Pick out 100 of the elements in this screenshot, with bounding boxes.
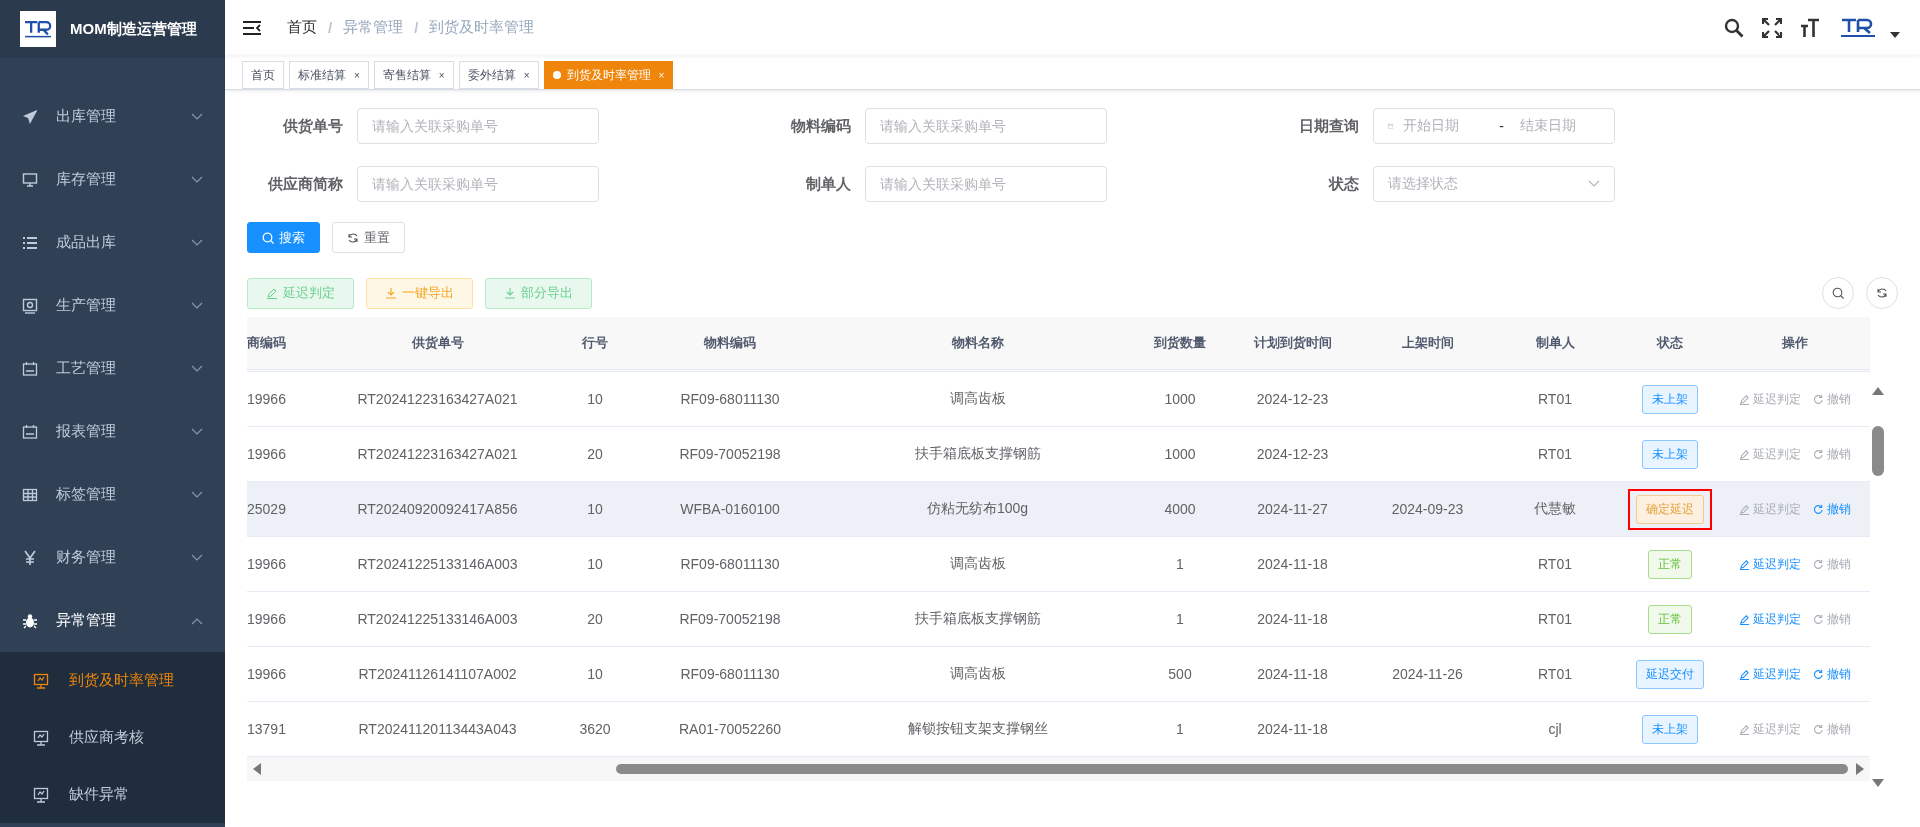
scrollbar-thumb[interactable] — [1872, 426, 1884, 476]
page-tab[interactable]: 寄售结算 × — [373, 61, 454, 89]
submenu-item[interactable]: 供应商考核 — [0, 709, 225, 766]
refresh-icon — [1876, 287, 1888, 299]
download-icon — [385, 287, 397, 299]
table-cell: WFBA-0160100 — [680, 501, 780, 517]
table-cell: 1 — [1176, 556, 1184, 572]
breadcrumb-separator: / — [414, 19, 419, 36]
table-cell: 1000 — [1164, 391, 1196, 407]
search-toggle-button[interactable] — [1822, 277, 1854, 309]
status-tag: 未上架 — [1642, 439, 1698, 469]
fullscreen-icon[interactable] — [1762, 17, 1782, 38]
delay-judge-link[interactable]: 延迟判定 — [1739, 610, 1801, 628]
sidebar-item[interactable]: 出库管理 — [0, 85, 225, 148]
column-header: 操作 — [1782, 334, 1808, 352]
sidebar-item[interactable]: 工艺管理 — [0, 337, 225, 400]
table-cell: RT20240920092417A856 — [357, 501, 518, 517]
user-avatar-icon[interactable] — [1838, 16, 1878, 39]
refresh-button[interactable] — [1866, 277, 1898, 309]
table-cell: 20 — [587, 611, 603, 627]
table-cell: 2024-11-26 — [1392, 666, 1463, 682]
sidebar-item[interactable]: 报表管理 — [0, 400, 225, 463]
page-tab[interactable]: 委外结算 × — [458, 61, 539, 89]
table-cell: 2024-11-18 — [1257, 611, 1328, 627]
table-cell: RT20241223163427A021 — [357, 446, 518, 462]
pencil-icon — [1739, 723, 1750, 735]
reset-button[interactable]: 重置 — [332, 222, 405, 253]
table-cell: 19966 — [247, 391, 286, 407]
undo-link[interactable]: 撤销 — [1813, 665, 1851, 683]
table-cell: RT01 — [1538, 391, 1572, 407]
sidebar-item[interactable]: 标签管理 — [0, 463, 225, 526]
table-cell: RF09-70052198 — [679, 446, 781, 462]
refresh-icon — [347, 231, 359, 244]
table-cell: 1 — [1176, 721, 1184, 737]
caret-icon[interactable] — [1890, 31, 1900, 38]
date-range-field[interactable]: 开始日期 - 结束日期 — [1373, 108, 1615, 144]
pencil-icon — [266, 287, 278, 299]
monitor-icon — [22, 171, 38, 188]
table-cell: 仿粘无纺布100g — [926, 500, 1029, 518]
down-arrow-icon[interactable] — [1872, 779, 1884, 787]
table-cell: RT20241225133146A003 — [357, 611, 518, 627]
table-cell: 扶手箱底板支撑钢筋 — [914, 610, 1041, 628]
monitor-icon — [33, 672, 49, 689]
table-cell: 扶手箱底板支撑钢筋 — [914, 445, 1041, 463]
table-cell: RF09-68011130 — [680, 666, 780, 682]
submenu-item[interactable]: 到货及时率管理 — [0, 652, 225, 709]
chevron-icon — [191, 490, 203, 499]
delay-judge-link[interactable]: 延迟判定 — [1739, 555, 1801, 573]
table-cell: 1 — [1176, 611, 1184, 627]
page-tab[interactable]: 首页 — [242, 61, 284, 89]
table-cell: 10 — [587, 501, 603, 517]
table-cell: 2024-12-23 — [1256, 391, 1329, 407]
table-cell: 2024-12-23 — [1256, 446, 1329, 462]
tab-close-button[interactable]: × — [354, 69, 360, 81]
column-header: 供货单号 — [411, 334, 464, 352]
gear-icon — [22, 297, 38, 314]
column-header: 制单人 — [1535, 334, 1575, 352]
right-arrow-icon[interactable] — [1856, 763, 1864, 775]
submenu-item[interactable]: 缺件异常 — [0, 766, 225, 823]
table-cell: RF09-70052198 — [679, 611, 781, 627]
table-cell: RF09-68011130 — [680, 556, 780, 572]
tab-close-button[interactable]: × — [523, 69, 530, 81]
horizontal-scrollbar[interactable] — [247, 757, 1870, 781]
up-arrow-icon[interactable] — [1872, 387, 1884, 395]
font-size-icon[interactable] — [1800, 17, 1820, 38]
scrollbar-thumb[interactable] — [616, 764, 1848, 774]
status-tag: 未上架 — [1642, 714, 1698, 744]
table-cell: RT01 — [1538, 611, 1572, 627]
table-cell: 13791 — [247, 721, 286, 737]
column-header: 物料名称 — [951, 334, 1004, 352]
chevron-icon — [191, 301, 203, 310]
calendar-icon — [22, 423, 38, 440]
tab-close-button[interactable]: × — [438, 69, 445, 81]
text-input-field[interactable]: 请输入关联采购单号 — [357, 166, 599, 202]
column-header: 上架时间 — [1401, 334, 1454, 352]
breadcrumb-item[interactable]: 首页 — [287, 18, 317, 37]
sidebar-item[interactable]: 异常管理 — [0, 589, 225, 652]
table-cell: 4000 — [1164, 501, 1196, 517]
left-arrow-icon[interactable] — [253, 763, 261, 775]
table-cell: 2024-09-23 — [1391, 501, 1464, 517]
text-input-field[interactable]: 请输入关联采购单号 — [357, 108, 599, 144]
search-icon[interactable] — [1724, 17, 1744, 38]
logo-icon — [20, 11, 56, 47]
delay-judge-link[interactable]: 延迟判定 — [1739, 665, 1801, 683]
filter-label: 物料编码 — [789, 116, 852, 136]
text-input-field[interactable]: 请输入关联采购单号 — [865, 166, 1107, 202]
undo-icon — [1813, 503, 1824, 515]
sidebar-item[interactable]: 成品出库 — [0, 211, 225, 274]
page-tab[interactable]: 标准结算 × — [289, 61, 369, 89]
sidebar-item[interactable]: 库存管理 — [0, 148, 225, 211]
yen-icon — [22, 549, 38, 566]
undo-icon — [1813, 393, 1824, 405]
sidebar-item[interactable]: 生产管理 — [0, 274, 225, 337]
download-icon — [504, 287, 516, 299]
table-cell: 10 — [587, 556, 603, 572]
table-cell: cjl — [1548, 721, 1562, 737]
menu-fold-icon[interactable] — [243, 20, 261, 35]
text-input-field[interactable]: 请输入关联采购单号 — [865, 108, 1107, 144]
list-icon — [22, 234, 38, 251]
sidebar-item[interactable]: 财务管理 — [0, 526, 225, 589]
